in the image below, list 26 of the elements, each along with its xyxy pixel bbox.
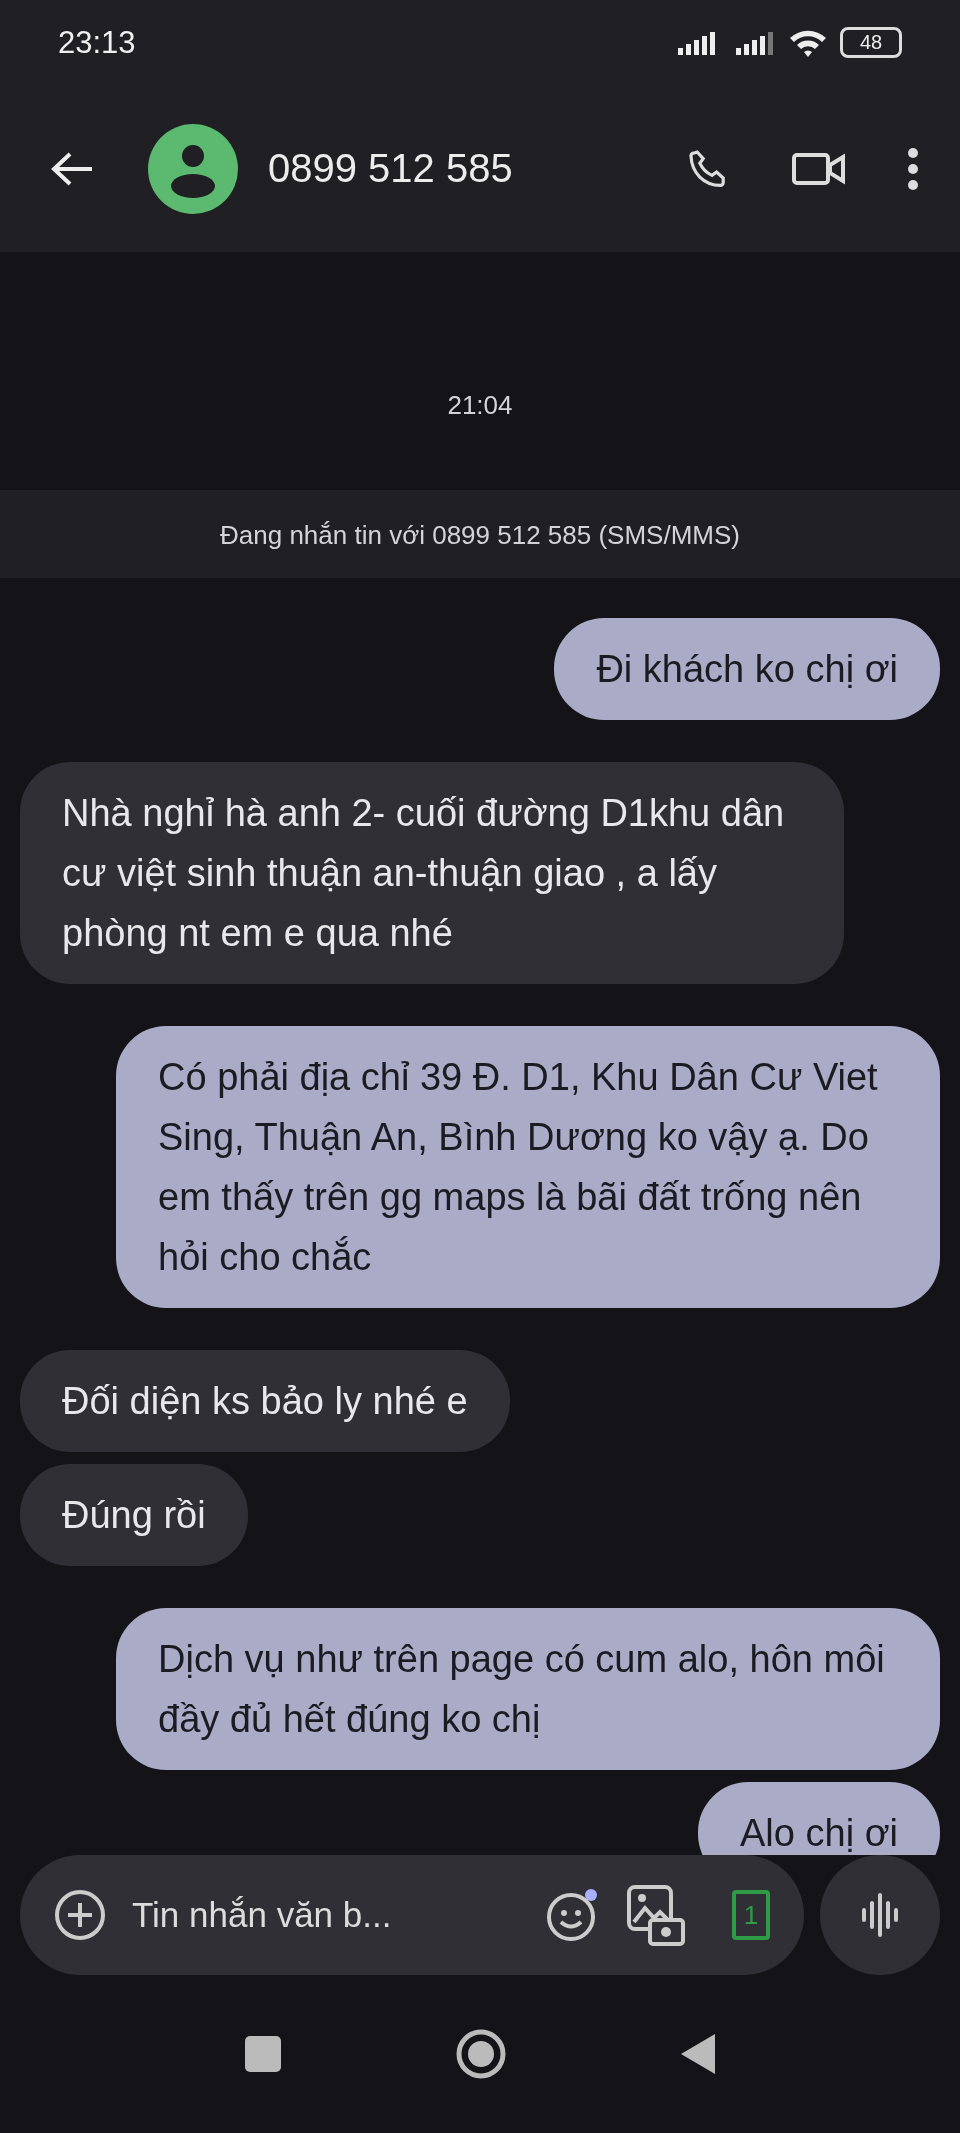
add-icon[interactable] bbox=[54, 1889, 106, 1941]
message-bubble: Đi khách ko chị ơi bbox=[554, 618, 940, 720]
home-button[interactable] bbox=[456, 2029, 506, 2079]
message-bubble: Dịch vụ như trên page có cum alo, hôn môi đầy đủ hết đúng ko chị bbox=[116, 1608, 940, 1770]
message-bubble: Đối diện ks bảo ly nhé e bbox=[20, 1350, 510, 1452]
message-field[interactable]: Tin nhắn văn b... 1 bbox=[20, 1855, 804, 1975]
message-bubble: Alo chị ơi bbox=[698, 1782, 940, 1855]
avatar-icon[interactable] bbox=[148, 123, 238, 214]
sim-indicator[interactable]: 1 bbox=[732, 1890, 770, 1940]
message-bubble: Nhà nghỉ hà anh 2- cuối đường D1khu dân cư việt sinh thuận an-thuận giao , a lấy phòng nt em e qua nhé bbox=[20, 762, 844, 984]
message-placeholder: Tin nhắn văn b... bbox=[132, 1895, 393, 1935]
back-button[interactable] bbox=[681, 2034, 715, 2074]
video-camera-icon[interactable] bbox=[792, 150, 846, 187]
message-bubble: Đúng rồi bbox=[20, 1464, 248, 1566]
status-time: 23:13 bbox=[58, 24, 136, 61]
battery-indicator: 48 bbox=[840, 27, 902, 58]
info-banner: Đang nhắn tin với 0899 512 585 (SMS/MMS) bbox=[0, 490, 960, 578]
emoji-icon[interactable] bbox=[546, 1888, 600, 1942]
contact-name: 0899 512 585 bbox=[268, 146, 514, 191]
more-options-icon[interactable] bbox=[906, 146, 920, 191]
signal-icon bbox=[736, 30, 776, 55]
voice-message-button[interactable] bbox=[820, 1855, 940, 1975]
gallery-icon[interactable] bbox=[626, 1884, 686, 1946]
back-arrow-icon[interactable] bbox=[50, 150, 94, 187]
message-bubble: Có phải địa chỉ 39 Đ. D1, Khu Dân Cư Viet Sing, Thuận An, Bình Dương ko vậy ạ. Do em thấy trên gg maps là bãi đất trống nên hỏi cho chắc bbox=[116, 1026, 940, 1308]
timestamp: 21:04 bbox=[446, 389, 514, 422]
